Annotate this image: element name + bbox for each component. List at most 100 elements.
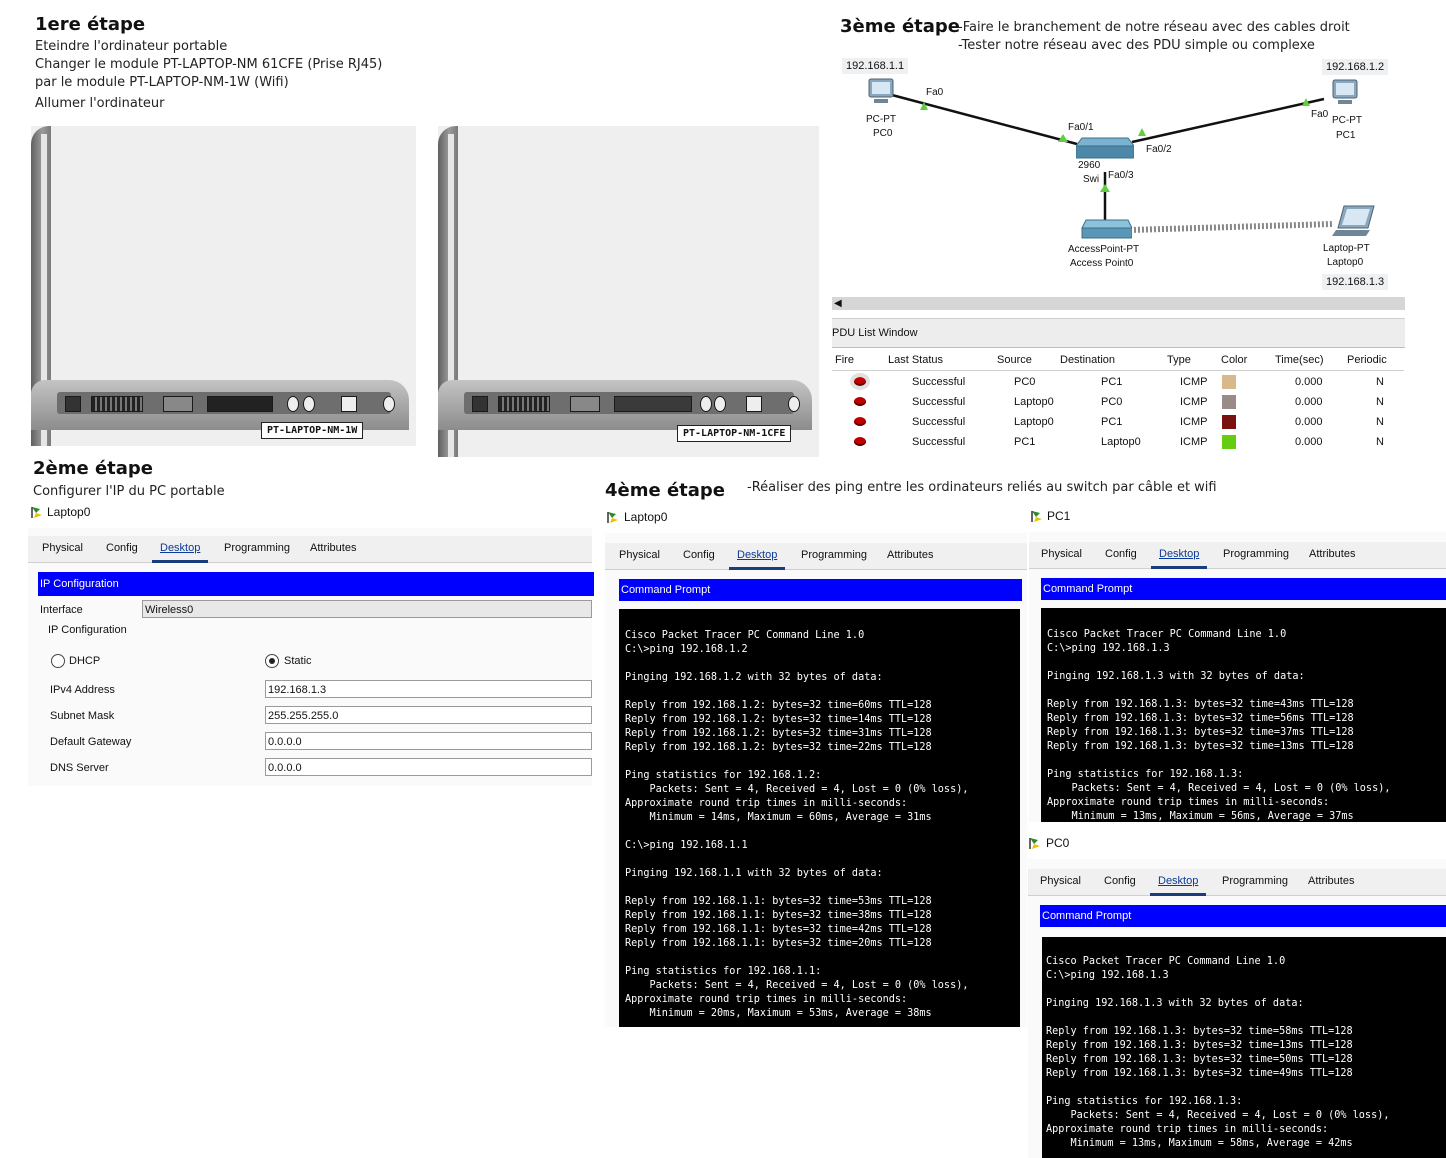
step2-tabbar: Physical Config Desktop Programming Attr… [28,536,592,563]
pdu-cell-source: Laptop0 [1014,416,1054,428]
step3-line-2: -Tester notre réseau avec des PDU simple… [958,38,1315,53]
pc1-port-label: Fa0 [1311,109,1329,120]
dhcp-radio[interactable] [51,654,65,668]
pc0-terminal[interactable]: Cisco Packet Tracer PC Command Line 1.0 … [1042,937,1446,1158]
network-topology: 192.168.1.1 PC-PT PC0 Fa0 192.168.1.2 PC… [832,52,1404,297]
pdu-cell-status: Successful [912,396,966,408]
fire-button-icon[interactable] [854,397,866,406]
usb-port-icon [341,396,357,412]
default-gateway-input[interactable]: 0.0.0.0 [265,732,592,750]
step2-window-title: Laptop0 [47,505,91,519]
dns-server-input[interactable]: 0.0.0.0 [265,758,592,776]
tab-attributes[interactable]: Attributes [302,536,364,560]
tab-config[interactable]: Config [1097,542,1145,566]
tab-desktop[interactable]: Desktop [152,536,209,563]
tab-config[interactable]: Config [675,543,723,567]
pdu-row[interactable]: Successful Laptop0 PC0 ICMP 0.000 N [832,392,1404,412]
switch-icon[interactable] [1075,132,1135,160]
ethernet-port-icon [570,396,600,412]
tab-programming[interactable]: Programming [216,536,298,560]
step2-window: Physical Config Desktop Programming Attr… [28,528,594,786]
tab-programming[interactable]: Programming [793,543,875,567]
pdu-cell-type: ICMP [1180,436,1208,448]
tab-desktop[interactable]: Desktop [729,543,786,570]
pdu-row[interactable]: Successful PC1 Laptop0 ICMP 0.000 N [832,432,1404,452]
pc1-icon[interactable] [1330,79,1360,107]
ipv4-input[interactable]: 192.168.1.3 [265,680,592,698]
fire-button-icon[interactable] [854,417,866,426]
pc0-port-label: Fa0 [926,87,944,98]
power-port-icon [65,396,81,412]
pdu-row[interactable]: Successful Laptop0 PC1 ICMP 0.000 N [832,412,1404,432]
pdu-cell-periodic: N [1376,376,1384,388]
static-radio[interactable] [265,654,279,668]
ethernet-port-icon [163,396,193,412]
tab-attributes[interactable]: Attributes [1300,869,1362,893]
tab-physical[interactable]: Physical [611,543,668,567]
pdu-cell-periodic: N [1376,416,1384,428]
step4-title: 4ème étape [605,480,726,501]
col-type[interactable]: Type [1167,354,1191,366]
pc1-name-label: PC1 [1336,130,1356,141]
tab-physical[interactable]: Physical [34,536,91,560]
tab-attributes[interactable]: Attributes [1301,542,1363,566]
tab-config[interactable]: Config [1096,869,1144,893]
col-periodic[interactable]: Periodic [1347,354,1387,366]
pdu-color-swatch [1222,435,1236,449]
step2-line: Configurer l'IP du PC portable [33,484,225,499]
access-point-icon[interactable] [1080,218,1133,242]
tab-attributes[interactable]: Attributes [879,543,941,567]
tab-config[interactable]: Config [98,536,146,560]
pc1-type-label: PC-PT [1332,115,1362,126]
pdu-table: Fire Last Status Source Destination Type… [832,350,1405,455]
col-color[interactable]: Color [1221,354,1247,366]
usb-port-icon [746,396,762,412]
vent-icon [91,396,143,412]
step1-title: 1ere étape [35,14,146,35]
pc1-window-icon [1030,508,1044,522]
pdu-cell-destination: PC1 [1101,376,1123,388]
laptop-icon[interactable] [1332,204,1376,238]
laptop-window-icon [30,504,44,518]
col-source[interactable]: Source [997,354,1032,366]
switch-port-fa02-label: Fa0/2 [1146,144,1172,155]
command-prompt-header: Command Prompt [1040,905,1446,927]
step1-line-4: Allumer l'ordinateur [35,96,165,111]
pdu-row[interactable]: Successful PC0 PC1 ICMP 0.000 N [832,372,1404,392]
horizontal-scrollbar[interactable]: ◀ [832,297,1405,310]
fire-button-icon[interactable] [850,373,870,390]
tab-desktop[interactable]: Desktop [1150,869,1207,896]
pc1-terminal[interactable]: Cisco Packet Tracer PC Command Line 1.0 … [1041,608,1446,822]
tab-physical[interactable]: Physical [1032,869,1089,893]
interface-label: Interface [40,604,83,616]
laptop0-window-title: Laptop0 [624,510,668,524]
subnet-mask-input[interactable]: 255.255.255.0 [265,706,592,724]
pdu-cell-time: 0.000 [1295,396,1323,408]
command-prompt-header: Command Prompt [1041,578,1446,600]
tab-programming[interactable]: Programming [1215,542,1297,566]
col-destination[interactable]: Destination [1060,354,1115,366]
static-label: Static [284,655,312,667]
ipv4-label: IPv4 Address [50,684,115,696]
scroll-left-icon[interactable]: ◀ [834,297,842,310]
fire-button-icon[interactable] [854,437,866,446]
pc0-window: Physical Config Desktop Programming Attr… [1028,859,1446,1158]
pc0-window-title: PC0 [1046,836,1070,850]
pdu-cell-type: ICMP [1180,376,1208,388]
tab-physical[interactable]: Physical [1033,542,1090,566]
laptop-side-image-ethernet: PT-LAPTOP-NM-1CFE [438,126,819,457]
laptop0-terminal[interactable]: Cisco Packet Tracer PC Command Line 1.0 … [619,609,1020,1027]
tab-programming[interactable]: Programming [1214,869,1296,893]
module-slot-wifi [207,396,273,412]
col-time[interactable]: Time(sec) [1275,354,1323,366]
pc0-icon[interactable] [866,78,896,106]
step1-line-2: Changer le module PT-LAPTOP-NM 61CFE (Pr… [35,57,383,72]
col-last-status[interactable]: Last Status [888,354,943,366]
interface-select[interactable]: Wireless0 [142,600,592,618]
pdu-cell-status: Successful [912,416,966,428]
pc1-ip-label: 192.168.1.2 [1322,59,1389,75]
pdu-cell-periodic: N [1376,436,1384,448]
pdu-cell-destination: PC0 [1101,396,1123,408]
col-fire[interactable]: Fire [835,354,854,366]
tab-desktop[interactable]: Desktop [1151,542,1208,569]
